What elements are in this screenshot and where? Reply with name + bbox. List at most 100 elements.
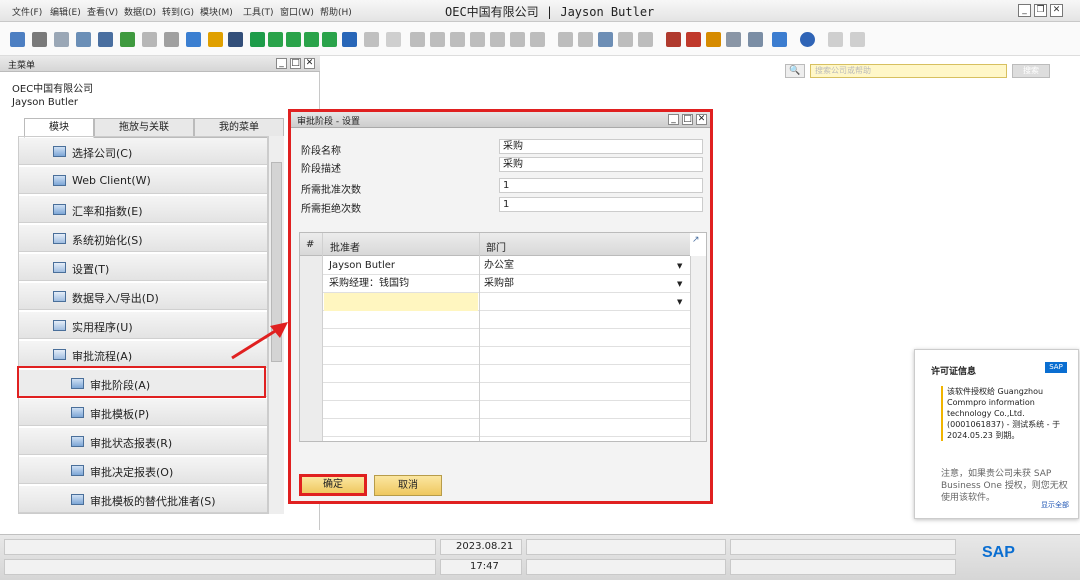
status-bar: 2023.08.21 17:47	[0, 534, 1080, 580]
previous-record-icon[interactable]	[286, 32, 301, 47]
rejections-required-field[interactable]: 1	[499, 197, 703, 212]
sms-icon[interactable]	[76, 32, 91, 47]
minimize-icon[interactable]: _	[1018, 4, 1031, 17]
menu-item-setup[interactable]: 设置(T)	[19, 254, 267, 281]
settings-icon[interactable]	[828, 32, 843, 47]
help-icon[interactable]	[800, 32, 815, 47]
menu-goto[interactable]: 转到(G)	[162, 5, 194, 18]
table-row[interactable]: 2 采购经理：钱国钧 采购部 ▼	[300, 275, 690, 293]
gross-profit-icon[interactable]	[510, 32, 525, 47]
menu-tools[interactable]: 工具(T)	[243, 5, 274, 18]
target-doc-icon[interactable]	[450, 32, 465, 47]
fax-icon[interactable]	[98, 32, 113, 47]
table-row[interactable]: 1 Jayson Butler 办公室 ▼	[300, 257, 690, 275]
dropdown-arrow-icon[interactable]: ▼	[674, 293, 682, 311]
ok-button[interactable]: 确定	[299, 474, 367, 496]
menu-item-system-init[interactable]: 系统初始化(S)	[19, 225, 267, 252]
first-record-icon[interactable]	[268, 32, 283, 47]
menu-help[interactable]: 帮助(H)	[320, 5, 352, 18]
menu-data[interactable]: 数据(D)	[124, 5, 156, 18]
preview-icon[interactable]	[10, 32, 25, 47]
status-box	[730, 559, 956, 575]
copy-icon[interactable]	[410, 32, 425, 47]
swap-icon[interactable]	[342, 32, 357, 47]
dropdown-arrow-icon[interactable]: ▼	[674, 257, 682, 275]
approver-input-active[interactable]	[324, 293, 478, 311]
find-icon[interactable]	[228, 32, 243, 47]
license-popup: 许可证信息 SAP 该软件授权给 Guangzhou Commpro infor…	[914, 349, 1079, 519]
filter-icon[interactable]	[364, 32, 379, 47]
tab-modules[interactable]: 模块	[24, 118, 94, 138]
user-icon[interactable]	[748, 32, 763, 47]
user-name: Jayson Butler	[12, 97, 79, 108]
word-icon[interactable]	[142, 32, 157, 47]
panel-title: 主菜单	[8, 61, 36, 71]
print-icon[interactable]	[32, 32, 47, 47]
attach-icon[interactable]	[578, 32, 593, 47]
grid-scrollbar[interactable]	[690, 256, 706, 441]
menu-item-exchange-rates[interactable]: 汇率和指数(E)	[19, 196, 267, 223]
search-input[interactable]: 搜索公司或帮助	[810, 64, 1007, 78]
table-row[interactable]: 3 ▼	[300, 293, 690, 311]
menu-item-approval-status-report[interactable]: 审批状态报表(R)	[19, 428, 267, 455]
base-doc-icon[interactable]	[430, 32, 445, 47]
menu-window[interactable]: 窗口(W)	[280, 5, 314, 18]
menu-modules[interactable]: 模块(M)	[200, 5, 233, 18]
menu-item-web-client[interactable]: Web Client(W)	[19, 167, 267, 194]
close-icon[interactable]: ✕	[1050, 4, 1063, 17]
messages-icon[interactable]	[686, 32, 701, 47]
table-row	[300, 347, 690, 365]
menu-item-choose-company[interactable]: 选择公司(C)	[19, 138, 267, 165]
search-options-icon[interactable]: 🔍	[785, 64, 805, 78]
panel-close-icon[interactable]: ✕	[304, 58, 315, 69]
journal-icon[interactable]	[490, 32, 505, 47]
cancel-button[interactable]: 取消	[374, 475, 442, 496]
alert-icon[interactable]	[638, 32, 653, 47]
calendar-icon[interactable]	[666, 32, 681, 47]
table-row	[300, 365, 690, 383]
lock-icon[interactable]	[208, 32, 223, 47]
dialog-close-icon[interactable]: ✕	[696, 114, 707, 125]
menu-edit[interactable]: 编辑(E)	[50, 5, 81, 18]
panel-maximize-icon[interactable]: □	[290, 58, 301, 69]
pdf-icon[interactable]	[164, 32, 179, 47]
approvals-required-field[interactable]: 1	[499, 178, 703, 193]
menu-item-alternate-approvers[interactable]: 审批模板的替代批准者(S)	[19, 486, 267, 513]
payment-icon[interactable]	[470, 32, 485, 47]
report-icon[interactable]	[706, 32, 721, 47]
dialog-maximize-icon[interactable]: □	[682, 114, 693, 125]
main-menu-panel: 主菜单 _ □ ✕ OEC中国有限公司 Jayson Butler 模块 拖放与…	[0, 56, 320, 530]
menu-item-approval-templates[interactable]: 审批模板(P)	[19, 399, 267, 426]
menu-file[interactable]: 文件(F)	[12, 5, 42, 18]
add-icon[interactable]	[250, 32, 265, 47]
search-button[interactable]: 搜索	[1012, 64, 1050, 78]
tab-my-menu[interactable]: 我的菜单	[194, 118, 284, 138]
dialog-minimize-icon[interactable]: _	[668, 114, 679, 125]
next-record-icon[interactable]	[304, 32, 319, 47]
email-icon[interactable]	[54, 32, 69, 47]
last-record-icon[interactable]	[322, 32, 337, 47]
sort-icon[interactable]	[386, 32, 401, 47]
menu-item-data-import-export[interactable]: 数据导入/导出(D)	[19, 283, 267, 310]
menu-view[interactable]: 查看(V)	[87, 5, 118, 18]
approve-icon[interactable]	[598, 32, 613, 47]
stage-name-field[interactable]: 采购	[499, 139, 703, 154]
toolbar	[0, 22, 1080, 56]
layout-icon[interactable]	[850, 32, 865, 47]
message-icon[interactable]	[618, 32, 633, 47]
tab-drag-relate[interactable]: 拖放与关联	[94, 118, 194, 138]
org-icon[interactable]	[726, 32, 741, 47]
menu-item-approval-decision-report[interactable]: 审批决定报表(O)	[19, 457, 267, 484]
dropdown-arrow-icon[interactable]: ▼	[674, 275, 682, 293]
panel-minimize-icon[interactable]: _	[276, 58, 287, 69]
expand-icon[interactable]: ↗	[692, 235, 700, 245]
web-icon[interactable]	[772, 32, 787, 47]
volume-icon[interactable]	[530, 32, 545, 47]
stage-description-field[interactable]: 采购	[499, 157, 703, 172]
edit-icon[interactable]	[558, 32, 573, 47]
status-date: 2023.08.21	[456, 541, 514, 552]
excel-icon[interactable]	[120, 32, 135, 47]
refresh-icon[interactable]	[186, 32, 201, 47]
show-all-link[interactable]: 显示全部	[1041, 500, 1069, 510]
restore-icon[interactable]: ❐	[1034, 4, 1047, 17]
